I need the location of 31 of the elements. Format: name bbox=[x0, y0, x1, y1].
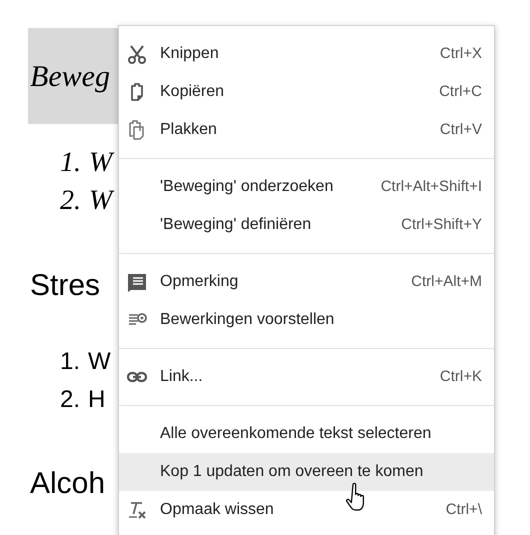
menu-item[interactable]: Bewerkingen voorstellen bbox=[119, 301, 494, 339]
menu-item[interactable]: Kopiëren Ctrl+C bbox=[119, 73, 494, 111]
menu-item[interactable]: Alle overeenkomende tekst selecteren bbox=[119, 415, 494, 453]
menu-item[interactable]: Link... Ctrl+K bbox=[119, 358, 494, 396]
shortcut-label: Ctrl+Alt+M bbox=[411, 272, 482, 292]
list-number: 1. bbox=[60, 347, 80, 377]
shortcut-label: Ctrl+\ bbox=[446, 500, 482, 520]
shortcut-label: Ctrl+Shift+Y bbox=[401, 214, 482, 235]
menu-item[interactable]: Opmerking Ctrl+Alt+M bbox=[119, 263, 494, 301]
shortcut-label: Ctrl+X bbox=[440, 44, 482, 64]
list-number: 2. bbox=[60, 184, 81, 218]
clear-formatting-icon bbox=[127, 500, 147, 520]
menu-item[interactable]: 'Beweging' definiëren Ctrl+Shift+Y bbox=[119, 206, 494, 244]
list-number: 2. bbox=[60, 385, 80, 415]
clipboard-stack-icon bbox=[127, 120, 147, 140]
scissors-icon bbox=[127, 44, 147, 64]
menu-item[interactable]: Opmaak wissen Ctrl+\ bbox=[119, 491, 494, 529]
menu-item[interactable]: Plakken Ctrl+V bbox=[119, 111, 494, 149]
shortcut-label: Ctrl+V bbox=[440, 120, 482, 140]
comment-icon bbox=[127, 272, 147, 292]
list-number: 1. bbox=[60, 146, 81, 180]
shortcut-label: Ctrl+C bbox=[439, 82, 482, 102]
menu-item[interactable]: Knippen Ctrl+X bbox=[119, 35, 494, 73]
menu-item[interactable]: Kop 1 updaten om overeen te komen bbox=[119, 453, 494, 491]
shortcut-label: Ctrl+K bbox=[440, 366, 482, 387]
list-item-text: H bbox=[88, 385, 106, 415]
list-item-text: W bbox=[88, 347, 111, 377]
shortcut-label: Ctrl+Alt+Shift+I bbox=[380, 176, 482, 197]
menu-item[interactable]: 'Beweging' onderzoeken Ctrl+Alt+Shift+I bbox=[119, 168, 494, 206]
list-item-text: W bbox=[89, 146, 112, 180]
list-item-text: W bbox=[89, 184, 112, 218]
